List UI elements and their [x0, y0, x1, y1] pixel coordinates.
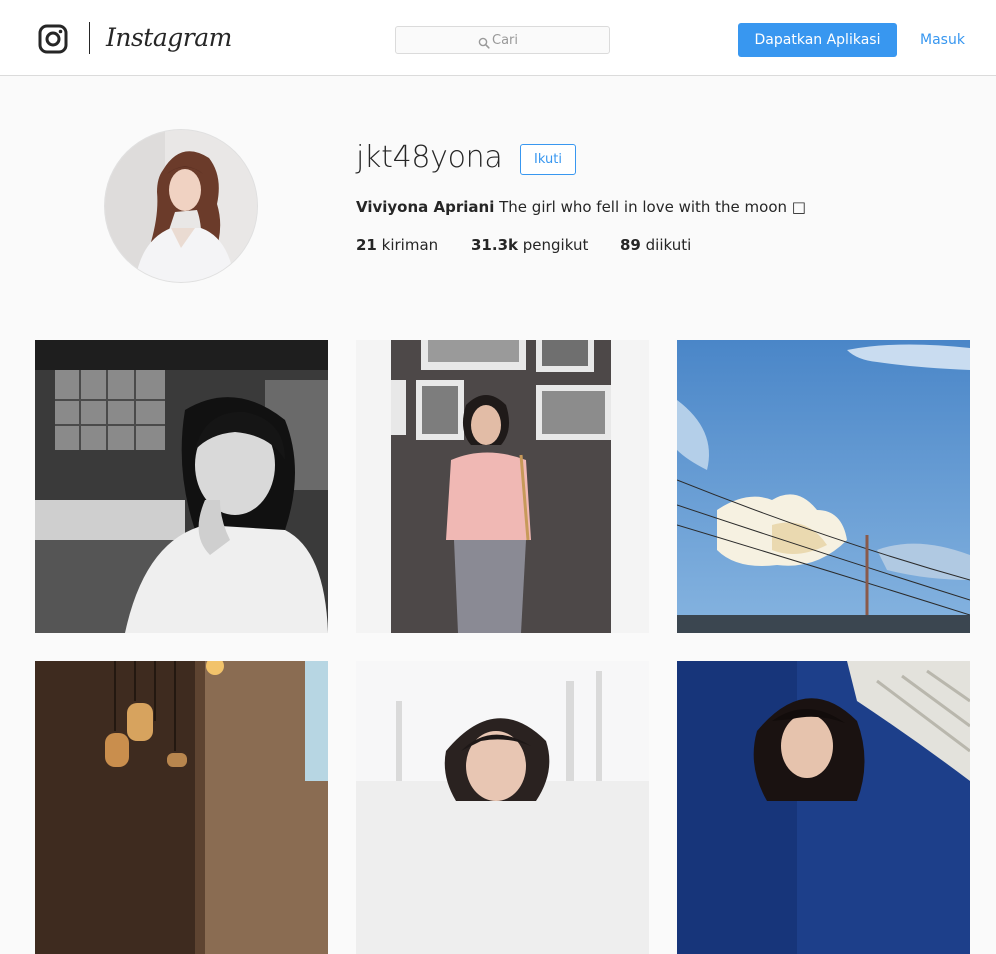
followers-count: 31.3k — [471, 236, 518, 254]
follow-button[interactable]: Ikuti — [520, 144, 576, 175]
login-link[interactable]: Masuk — [920, 30, 965, 50]
following-label: diikuti — [645, 236, 692, 254]
post-thumbnail[interactable] — [356, 661, 649, 954]
followers-label: pengikut — [522, 236, 589, 254]
post-thumbnail[interactable] — [35, 340, 328, 633]
get-app-button[interactable]: Dapatkan Aplikasi — [738, 23, 897, 57]
top-navigation-bar: Instagram Dapatkan Aplikasi Masuk — [0, 0, 996, 76]
profile-avatar[interactable] — [105, 130, 257, 282]
logo-divider — [89, 22, 90, 54]
instagram-wordmark-logo[interactable]: Instagram — [106, 20, 232, 56]
photo-hanging-lamps-icon — [35, 661, 328, 954]
profile-username: jkt48yona — [356, 140, 503, 175]
photo-blue-sky-clouds-icon — [677, 340, 970, 633]
photo-girl-blue-window-icon — [677, 661, 970, 954]
profile-bio: Viviyona Apriani The girl who fell in lo… — [356, 196, 806, 218]
followers-stat[interactable]: 31.3k pengikut — [471, 234, 588, 256]
profile-full-name: Viviyona Apriani — [356, 198, 495, 216]
photo-girl-outdoor-icon — [356, 661, 649, 954]
posts-count-stat: 21 kiriman — [356, 234, 438, 256]
post-thumbnail[interactable] — [356, 340, 649, 633]
search-input[interactable] — [492, 31, 602, 49]
posts-count: 21 — [356, 236, 377, 254]
instagram-camera-icon[interactable] — [38, 24, 68, 54]
following-stat[interactable]: 89 diikuti — [620, 234, 691, 256]
photo-gallery-wall-girl-icon — [356, 340, 649, 633]
photo-bw-cafe-girl-icon — [35, 340, 328, 633]
search-icon — [478, 34, 490, 49]
post-thumbnail[interactable] — [677, 661, 970, 954]
search-box[interactable] — [395, 26, 610, 54]
post-thumbnail[interactable] — [677, 340, 970, 633]
post-thumbnail[interactable] — [35, 661, 328, 954]
following-count: 89 — [620, 236, 641, 254]
posts-label: kiriman — [381, 236, 439, 254]
profile-bio-text: The girl who fell in love with the moon … — [499, 198, 806, 216]
